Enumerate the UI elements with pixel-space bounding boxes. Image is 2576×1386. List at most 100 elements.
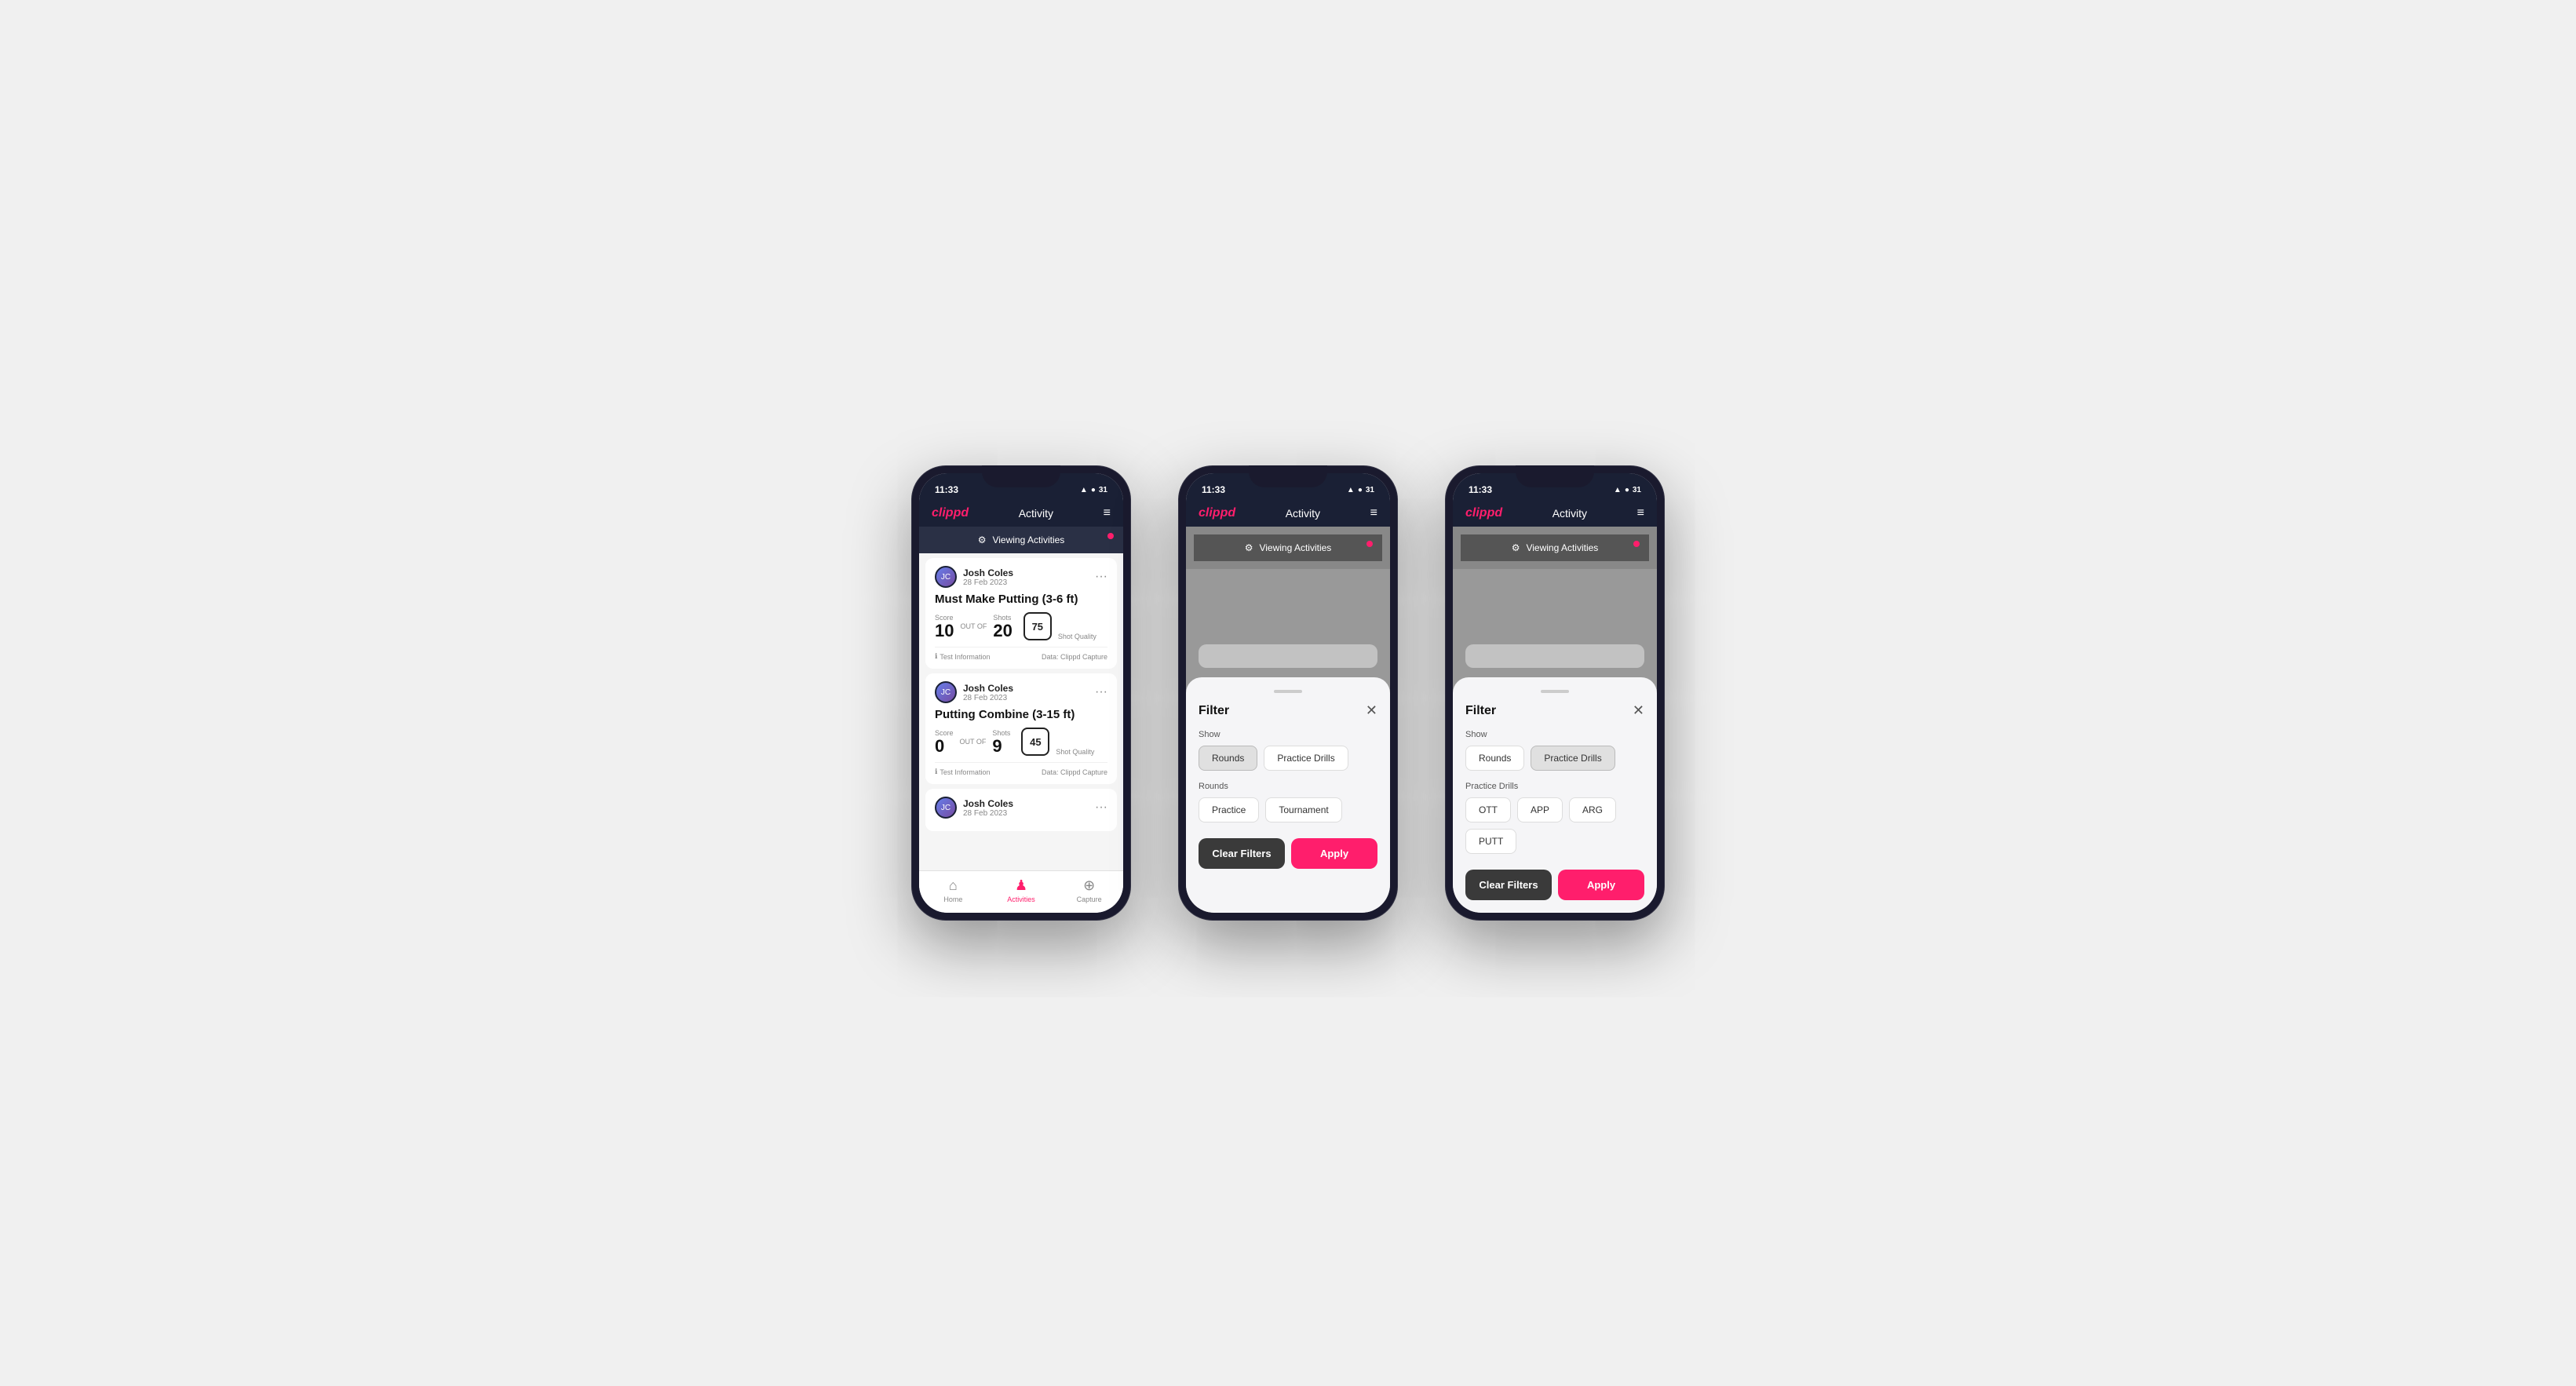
nav-capture-label-1: Capture: [1077, 895, 1102, 903]
filter-handle-3: [1541, 690, 1569, 693]
user-date-2: 28 Feb 2023: [963, 694, 1013, 702]
status-time-2: 11:33: [1202, 484, 1225, 495]
avatar-2: JC: [935, 681, 957, 703]
phone-3: 11:33 ▲ ● 31 clippd Activity ≡ ⚙: [1445, 465, 1665, 921]
notch-3: [1516, 465, 1594, 487]
stats-row-1: Score 10 OUT OF Shots 20 75: [935, 612, 1107, 640]
clear-filters-btn-3[interactable]: Clear Filters: [1465, 870, 1552, 900]
phone-2: 11:33 ▲ ● 31 clippd Activity ≡: [1178, 465, 1398, 921]
phone-2-screen: 11:33 ▲ ● 31 clippd Activity ≡: [1186, 473, 1390, 913]
avatar-1: JC: [935, 566, 957, 588]
arg-btn-3[interactable]: ARG: [1569, 797, 1616, 822]
apply-btn-2[interactable]: Apply: [1291, 838, 1377, 869]
shot-quality-badge-2: 45: [1021, 728, 1049, 756]
nav-home-1[interactable]: ⌂ Home: [919, 877, 987, 903]
more-menu-1[interactable]: ···: [1095, 570, 1107, 584]
app-btn-3[interactable]: APP: [1517, 797, 1563, 822]
nav-activities-label-1: Activities: [1007, 895, 1035, 903]
notification-dot-3: [1633, 541, 1640, 547]
phones-container: 11:33 ▲ ● 31 clippd Activity ≡ ⚙ Viewi: [911, 465, 1665, 921]
app-logo-1: clippd: [932, 506, 969, 520]
activity-card-1: JC Josh Coles 28 Feb 2023 ··· Must Make …: [925, 558, 1117, 669]
ott-btn-3[interactable]: OTT: [1465, 797, 1511, 822]
viewing-bar-3: ⚙ Viewing Activities: [1461, 534, 1649, 561]
viewing-bar-1[interactable]: ⚙ Viewing Activities: [919, 527, 1123, 553]
show-label-2: Show: [1199, 730, 1377, 739]
notification-dot-1: [1107, 533, 1114, 539]
card-header-1: JC Josh Coles 28 Feb 2023 ···: [935, 566, 1107, 588]
user-date-3: 28 Feb 2023: [963, 809, 1013, 818]
nav-home-label-1: Home: [943, 895, 962, 903]
filter-icon-1: ⚙: [978, 534, 987, 545]
shots-value-2: 9: [992, 736, 1002, 756]
user-info-1: JC Josh Coles 28 Feb 2023: [935, 566, 1013, 588]
filter-actions-2: Clear Filters Apply: [1199, 838, 1377, 869]
more-menu-3[interactable]: ···: [1095, 801, 1107, 815]
user-name-1: Josh Coles: [963, 567, 1013, 578]
menu-icon-3[interactable]: ≡: [1637, 506, 1644, 520]
phone-3-screen: 11:33 ▲ ● 31 clippd Activity ≡ ⚙: [1453, 473, 1657, 913]
app-logo-2: clippd: [1199, 506, 1235, 520]
card-footer-1: ℹ Test Information Data: Clippd Capture: [935, 647, 1107, 661]
avatar-3: JC: [935, 797, 957, 819]
filter-close-2[interactable]: ✕: [1366, 702, 1377, 719]
practice-drills-btn-3[interactable]: Practice Drills: [1531, 746, 1615, 771]
filter-actions-3: Clear Filters Apply: [1465, 870, 1644, 900]
clear-filters-btn-2[interactable]: Clear Filters: [1199, 838, 1285, 869]
show-buttons-3: Rounds Practice Drills: [1465, 746, 1644, 771]
show-label-3: Show: [1465, 730, 1644, 739]
activity-title-1: Must Make Putting (3-6 ft): [935, 593, 1107, 606]
shot-quality-value-1: 75: [1032, 621, 1043, 633]
nav-activities-1[interactable]: ♟ Activities: [987, 877, 1056, 903]
tournament-btn-2[interactable]: Tournament: [1265, 797, 1341, 822]
status-icons-2: ▲ ● 31: [1347, 486, 1374, 494]
score-value-2: 0: [935, 736, 944, 756]
filter-title-3: Filter: [1465, 704, 1496, 718]
app-logo-3: clippd: [1465, 506, 1502, 520]
activities-icon-1: ♟: [1015, 877, 1027, 894]
test-info-2: Test Information: [940, 768, 990, 776]
nav-capture-1[interactable]: ⊕ Capture: [1055, 877, 1123, 903]
practice-drills-btn-2[interactable]: Practice Drills: [1264, 746, 1348, 771]
score-value-1: 10: [935, 621, 954, 640]
header-title-2: Activity: [1286, 507, 1320, 520]
filter-sheet-2: Filter ✕ Show Rounds Practice Drills Rou…: [1186, 677, 1390, 913]
apply-btn-3[interactable]: Apply: [1558, 870, 1644, 900]
putt-btn-3[interactable]: PUTT: [1465, 829, 1516, 854]
more-menu-2[interactable]: ···: [1095, 685, 1107, 699]
bottom-nav-1: ⌂ Home ♟ Activities ⊕ Capture: [919, 870, 1123, 913]
viewing-bar-2: ⚙ Viewing Activities: [1194, 534, 1382, 561]
shots-value-1: 20: [993, 621, 1012, 640]
header-title-1: Activity: [1019, 507, 1053, 520]
rounds-btn-2[interactable]: Rounds: [1199, 746, 1257, 771]
user-date-1: 28 Feb 2023: [963, 578, 1013, 587]
capture-icon-1: ⊕: [1083, 877, 1095, 894]
out-of-2: OUT OF: [960, 738, 987, 746]
app-header-3: clippd Activity ≡: [1453, 500, 1657, 527]
rounds-label-2: Rounds: [1199, 782, 1377, 791]
menu-icon-1[interactable]: ≡: [1104, 506, 1111, 520]
data-source-2: Data: Clippd Capture: [1042, 768, 1107, 776]
practice-round-btn-2[interactable]: Practice: [1199, 797, 1259, 822]
viewing-text-1: Viewing Activities: [992, 534, 1064, 545]
status-icons-1: ▲ ● 31: [1080, 486, 1107, 494]
shot-quality-badge-1: 75: [1023, 612, 1052, 640]
status-icons-3: ▲ ● 31: [1614, 486, 1641, 494]
filter-close-3[interactable]: ✕: [1633, 702, 1644, 719]
rounds-buttons-2: Practice Tournament: [1199, 797, 1377, 822]
rounds-btn-3[interactable]: Rounds: [1465, 746, 1524, 771]
app-header-2: clippd Activity ≡: [1186, 500, 1390, 527]
notch-1: [982, 465, 1060, 487]
out-of-1: OUT OF: [960, 622, 987, 630]
filter-header-2: Filter ✕: [1199, 702, 1377, 719]
drills-label-3: Practice Drills: [1465, 782, 1644, 791]
menu-icon-2[interactable]: ≡: [1370, 506, 1377, 520]
filter-handle-2: [1274, 690, 1302, 693]
phone-1: 11:33 ▲ ● 31 clippd Activity ≡ ⚙ Viewi: [911, 465, 1131, 921]
status-time-3: 11:33: [1469, 484, 1492, 495]
data-source-1: Data: Clippd Capture: [1042, 653, 1107, 661]
notch-2: [1249, 465, 1327, 487]
stats-row-2: Score 0 OUT OF Shots 9 45: [935, 728, 1107, 756]
app-header-1: clippd Activity ≡: [919, 500, 1123, 527]
user-name-2: Josh Coles: [963, 683, 1013, 694]
